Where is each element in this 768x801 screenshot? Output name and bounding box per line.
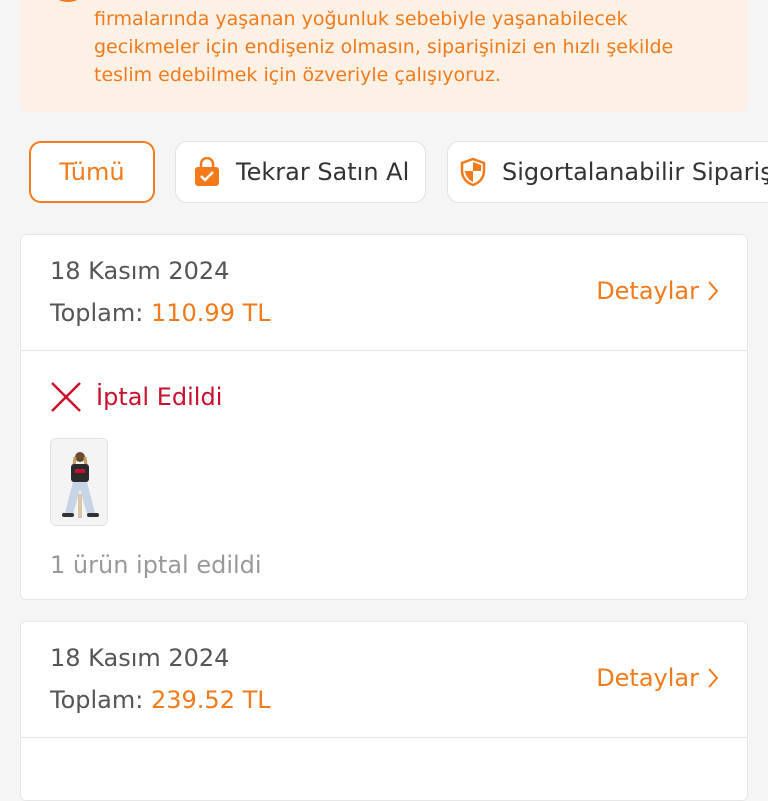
order-date: 18 Kasım 2024 [50,257,230,285]
info-banner-text: firmalarında yaşanan yoğunluk sebebiyle … [94,5,734,89]
order-details-label: Detaylar [596,664,699,692]
order-status-label: İptal Edildi [96,383,223,411]
chevron-right-icon [708,668,719,688]
order-card: 18 Kasım 2024 Toplam: 239.52 TL Detaylar [20,621,748,801]
shield-icon [458,157,488,187]
order-total: Toplam: 110.99 TL [50,299,271,327]
info-banner-line: gecikmeler için endişeniz olmasın, sipar… [94,36,674,58]
shopping-bag-icon [192,157,222,187]
filter-rebuy-label: Tekrar Satın Al [236,158,410,186]
order-total-label: Toplam: [50,299,144,327]
order-status: İptal Edildi [50,381,222,413]
order-details-label: Detaylar [596,277,699,305]
order-total: Toplam: 239.52 TL [50,686,271,714]
order-card-header: 18 Kasım 2024 Toplam: 110.99 TL Detaylar [21,235,747,351]
order-total-label: Toplam: [50,686,144,714]
info-banner: firmalarında yaşanan yoğunluk sebebiyle … [20,0,748,112]
filter-all-label: Tümü [59,158,125,186]
order-details-link[interactable]: Detaylar [596,664,719,692]
order-total-value: 239.52 TL [150,686,271,714]
product-thumbnail[interactable] [50,438,108,526]
filter-rebuy-button[interactable]: Tekrar Satın Al [175,141,426,203]
info-icon [46,0,90,2]
order-card: 18 Kasım 2024 Toplam: 110.99 TL Detaylar… [20,234,748,600]
chevron-right-icon [708,281,719,301]
order-date: 18 Kasım 2024 [50,644,230,672]
order-card-header: 18 Kasım 2024 Toplam: 239.52 TL Detaylar [21,622,747,738]
order-details-link[interactable]: Detaylar [596,277,719,305]
info-banner-line: teslim edebilmek için özveriyle çalışıyo… [94,64,501,86]
filter-insurable-button[interactable]: Sigortalanabilir Siparişl [447,141,768,203]
info-banner-line: firmalarında yaşanan yoğunluk sebebiyle … [94,8,628,30]
filter-insurable-label: Sigortalanabilir Siparişl [502,158,768,186]
filter-bar: Tümü Tekrar Satın Al Sigortalanabilir Si… [0,141,768,203]
order-total-value: 110.99 TL [150,299,271,327]
order-note: 1 ürün iptal edildi [50,551,262,579]
product-image [51,439,107,525]
filter-all-button[interactable]: Tümü [29,141,155,203]
x-icon [51,382,81,412]
